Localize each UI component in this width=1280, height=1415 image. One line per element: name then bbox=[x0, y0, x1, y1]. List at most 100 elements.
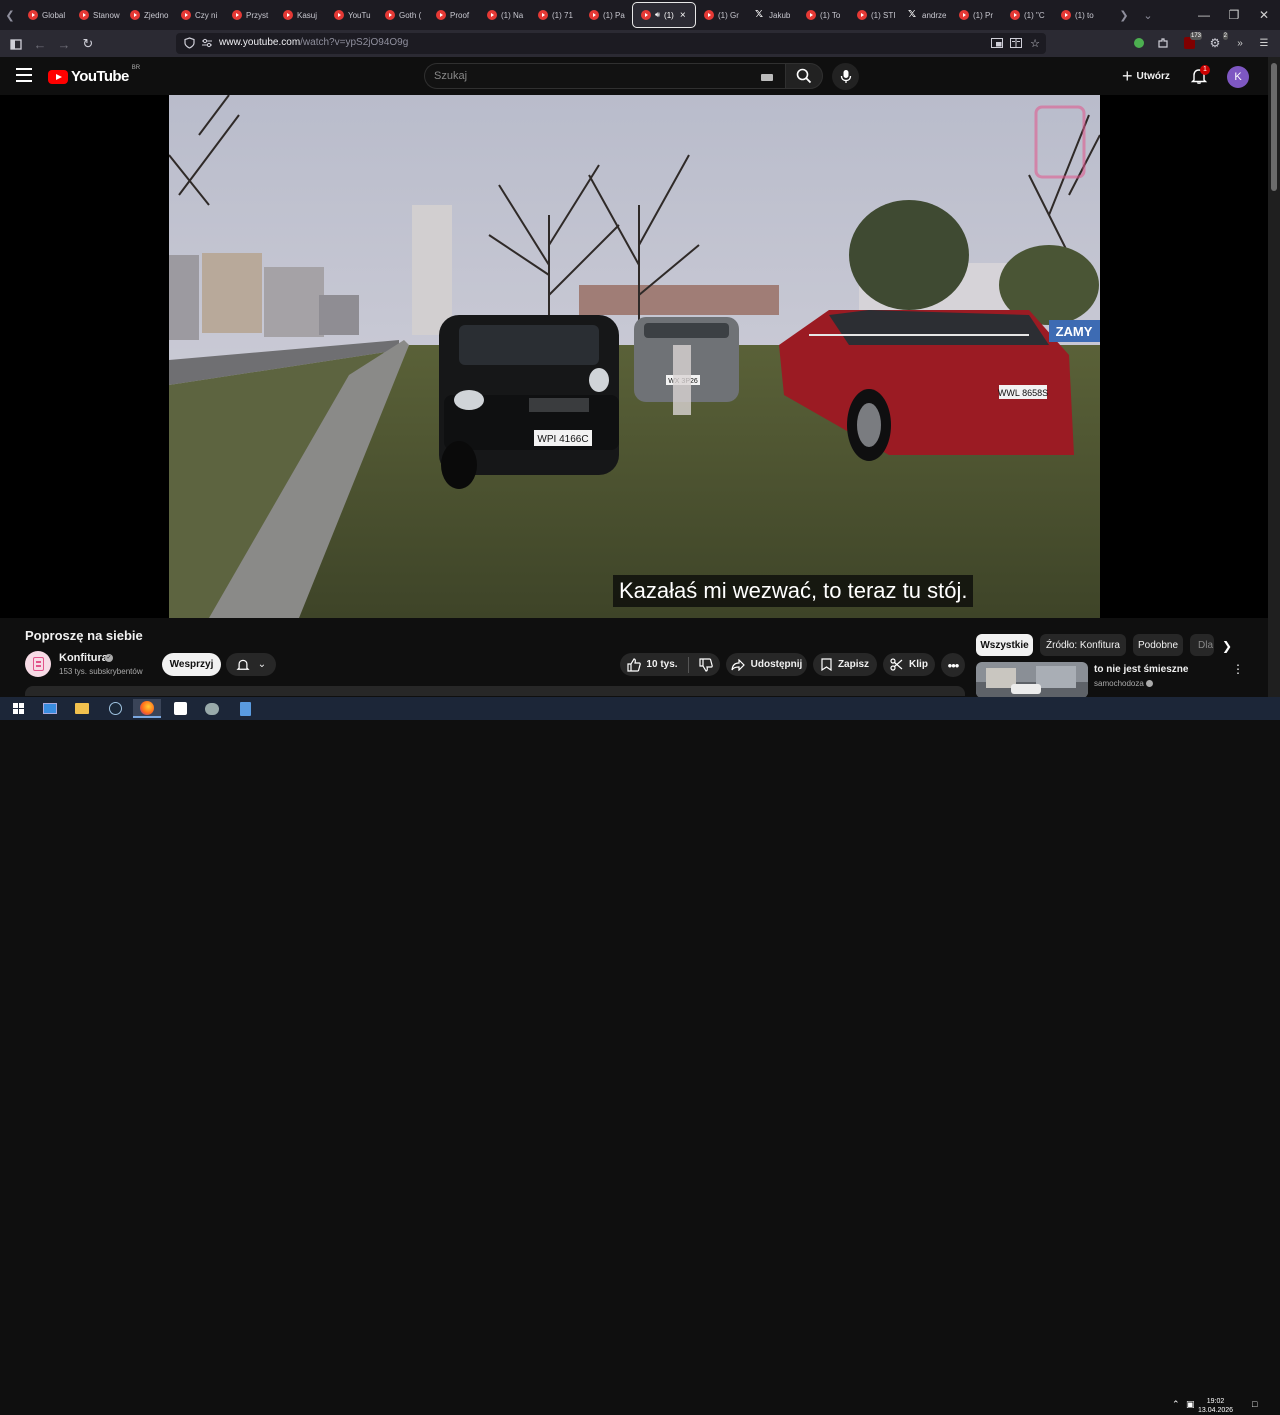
browser-tab[interactable]: Global bbox=[20, 2, 71, 28]
recommended-thumbnail[interactable] bbox=[976, 662, 1088, 698]
create-label: Utwórz bbox=[1136, 70, 1170, 82]
firefox-icon[interactable] bbox=[133, 699, 161, 718]
browser-tab-label: Global bbox=[42, 10, 66, 20]
channel-avatar[interactable] bbox=[25, 651, 51, 677]
subscription-bell-button[interactable]: ⌄ bbox=[226, 653, 276, 676]
browser-tab-label: Goth ( bbox=[399, 10, 422, 20]
speaker-icon[interactable]: 🔊︎ bbox=[655, 10, 660, 20]
browser-tab[interactable]: (1) "C bbox=[1002, 2, 1053, 28]
page-scrollbar[interactable] bbox=[1268, 57, 1280, 697]
browser-tab[interactable]: 𝕏 Jakub bbox=[747, 2, 798, 28]
like-button[interactable]: 10 tys. bbox=[627, 657, 678, 672]
search-button[interactable] bbox=[785, 63, 823, 89]
address-bar[interactable]: www.youtube.com/watch?v=ypS2jO94O9g ☆ bbox=[176, 33, 1046, 54]
sidebar-toggle-icon[interactable] bbox=[6, 34, 26, 54]
close-tab-icon[interactable]: × bbox=[680, 10, 686, 21]
youtube-logo[interactable]: YouTube BR bbox=[48, 65, 140, 85]
plate-left-text: WPI 4166C bbox=[537, 434, 588, 445]
save-button[interactable]: Zapisz bbox=[813, 653, 877, 676]
tray-chevron-up-icon[interactable]: ⌃ bbox=[1172, 1399, 1180, 1410]
file-explorer-icon[interactable] bbox=[68, 699, 96, 718]
recommended-channel[interactable]: samochodoza bbox=[1094, 679, 1154, 688]
windows-start-icon[interactable] bbox=[4, 699, 32, 718]
url-text[interactable]: www.youtube.com/watch?v=ypS2jO94O9g bbox=[219, 37, 408, 48]
desktop-app-icon[interactable] bbox=[36, 699, 64, 718]
browser-tab[interactable]: (1) Na bbox=[479, 2, 530, 28]
browser-tab[interactable]: (1) STI bbox=[849, 2, 900, 28]
browser-tab[interactable]: (1) Gr bbox=[696, 2, 747, 28]
close-window-icon[interactable]: ✕ bbox=[1247, 0, 1280, 30]
shield-icon[interactable] bbox=[182, 36, 196, 50]
browser-tab[interactable]: YouTu bbox=[326, 2, 377, 28]
bookmark-star-icon[interactable]: ☆ bbox=[1028, 36, 1042, 50]
browser-tab[interactable]: (1) Pa bbox=[581, 2, 632, 28]
menu-icon[interactable] bbox=[16, 68, 32, 82]
chip-related[interactable]: Podobne bbox=[1133, 634, 1183, 656]
browser-tab[interactable]: Zjedno bbox=[122, 2, 173, 28]
clock-date: 13.04.2026 bbox=[1198, 1407, 1234, 1414]
browser-tab[interactable]: Proof bbox=[428, 2, 479, 28]
browser-tab[interactable]: (1) to bbox=[1053, 2, 1104, 28]
reader-view-icon[interactable] bbox=[1009, 36, 1023, 50]
browser-tab[interactable]: Stanow bbox=[71, 2, 122, 28]
search-input[interactable]: Szukaj bbox=[424, 63, 785, 89]
notifications-center-icon[interactable]: □ bbox=[1252, 1399, 1257, 1409]
support-button[interactable]: Wesprzyj bbox=[162, 653, 221, 676]
reload-icon[interactable]: ↻ bbox=[78, 34, 98, 54]
chip-for-you[interactable]: Dla bbox=[1190, 634, 1214, 656]
calculator-icon[interactable] bbox=[231, 699, 259, 718]
steam-icon[interactable] bbox=[101, 699, 129, 718]
chevron-right-icon[interactable]: ❯ bbox=[1218, 637, 1236, 655]
dislike-button[interactable] bbox=[698, 657, 713, 672]
description-box[interactable] bbox=[25, 686, 965, 696]
app-menu-icon[interactable]: ☰ bbox=[1257, 36, 1271, 50]
overflow-chevron-icon[interactable]: » bbox=[1233, 36, 1247, 50]
channel-name[interactable]: Konfitura bbox=[59, 652, 108, 664]
browser-tab-label: Czy ni bbox=[195, 10, 218, 20]
taskbar-clock[interactable]: 19:02 13.04.2026 bbox=[1198, 1397, 1233, 1415]
extension-green-icon[interactable] bbox=[1132, 36, 1146, 50]
site-permissions-icon[interactable] bbox=[200, 36, 214, 50]
back-icon[interactable]: ← bbox=[30, 34, 50, 54]
browser-tab[interactable]: 𝕏andrze bbox=[900, 2, 951, 28]
ublock-icon[interactable]: 173 bbox=[1182, 32, 1202, 50]
browser-tab-label: Zjedno bbox=[144, 10, 169, 20]
game-launcher-icon[interactable] bbox=[198, 699, 226, 718]
browser-tab[interactable]: 🔊︎ (1) × bbox=[632, 2, 696, 28]
x-icon: 𝕏 bbox=[755, 9, 764, 20]
clip-button[interactable]: Klip bbox=[883, 653, 935, 676]
extension-gear-icon[interactable]: ⚙ 2 bbox=[1208, 32, 1228, 50]
notion-icon[interactable] bbox=[166, 699, 194, 718]
account-avatar[interactable]: K bbox=[1227, 66, 1249, 88]
scrollbar-thumb[interactable] bbox=[1271, 63, 1277, 191]
browser-tab[interactable]: Czy ni bbox=[173, 2, 224, 28]
network-icon[interactable]: ▣ bbox=[1186, 1399, 1195, 1410]
browser-tab[interactable]: Przyst bbox=[224, 2, 275, 28]
chip-all[interactable]: Wszystkie bbox=[976, 634, 1033, 656]
forward-icon[interactable]: → bbox=[54, 34, 74, 54]
video-frame[interactable]: WPI 4166C WX 3P26 WWL 8658S bbox=[169, 95, 1100, 618]
youtube-icon bbox=[232, 10, 242, 20]
create-button[interactable]: + Utwórz bbox=[1116, 65, 1176, 87]
more-actions-icon[interactable]: ••• bbox=[941, 653, 965, 677]
browser-tab[interactable]: (1) To bbox=[798, 2, 849, 28]
restore-icon[interactable]: ❐ bbox=[1217, 0, 1251, 30]
recommended-more-icon[interactable]: ⋮ bbox=[1232, 662, 1244, 676]
minimize-icon[interactable]: — bbox=[1187, 0, 1221, 30]
browser-tab[interactable]: Goth ( bbox=[377, 2, 428, 28]
voice-search-button[interactable] bbox=[832, 63, 859, 90]
video-player[interactable]: WPI 4166C WX 3P26 WWL 8658S bbox=[0, 95, 1268, 618]
recommended-title[interactable]: to nie jest śmieszne bbox=[1094, 664, 1188, 675]
picture-in-picture-icon[interactable] bbox=[990, 36, 1004, 50]
tabs-scroll-right-icon[interactable]: ❯ bbox=[1114, 0, 1134, 30]
browser-tab[interactable]: (1) Pr bbox=[951, 2, 1002, 28]
share-button[interactable]: Udostępnij bbox=[726, 653, 807, 676]
notifications-button[interactable]: 1 bbox=[1190, 65, 1210, 87]
tab-list-dropdown-icon[interactable]: ⌄ bbox=[1138, 0, 1158, 30]
browser-tab[interactable]: Kasuj bbox=[275, 2, 326, 28]
tabs-scroll-left-icon[interactable]: ❮ bbox=[0, 0, 20, 30]
extensions-puzzle-icon[interactable] bbox=[1156, 36, 1170, 50]
keyboard-icon[interactable] bbox=[761, 74, 773, 81]
browser-tab[interactable]: (1) 71 bbox=[530, 2, 581, 28]
chip-from-channel[interactable]: Źródło: Konfitura bbox=[1040, 634, 1126, 656]
